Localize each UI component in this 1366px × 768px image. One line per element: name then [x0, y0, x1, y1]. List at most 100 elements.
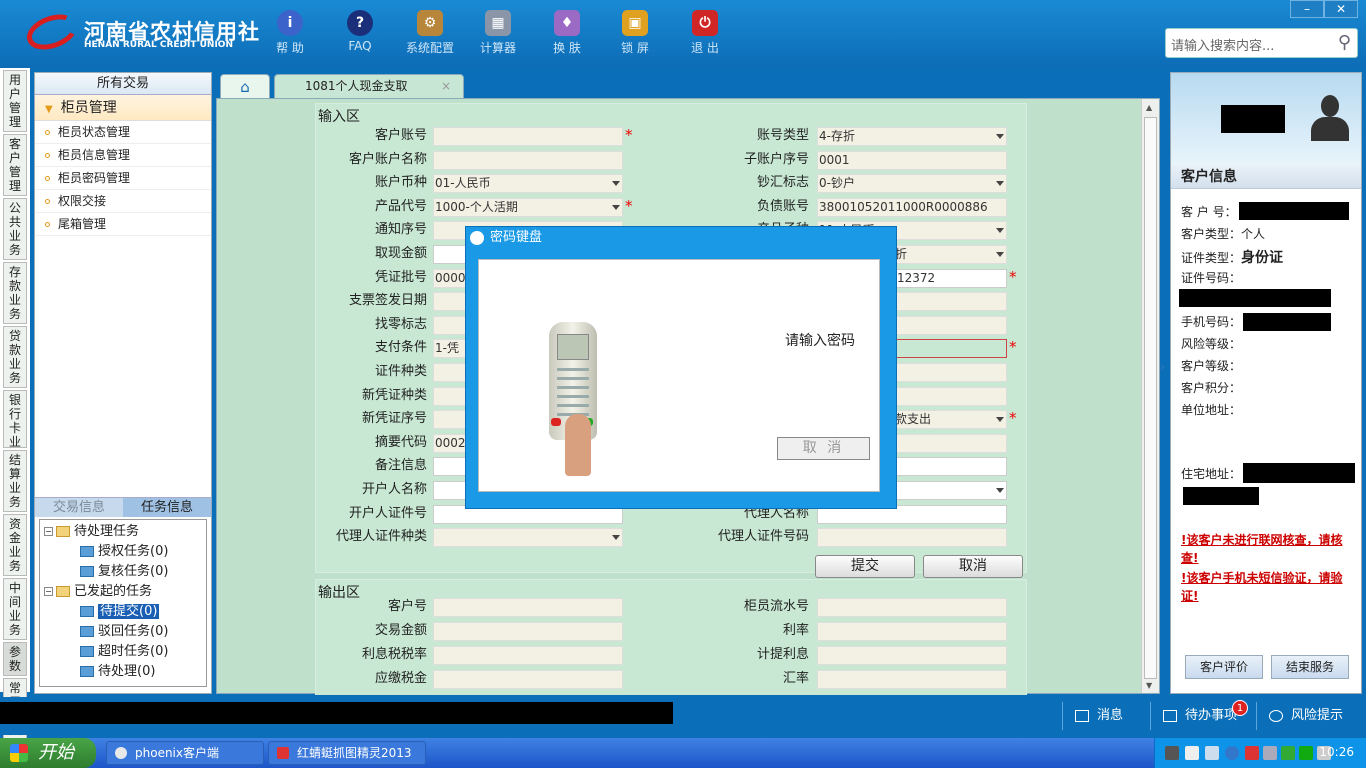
home-tab[interactable]: ⌂ [220, 74, 270, 98]
skin-button[interactable]: ♦ 换 肤 [537, 8, 597, 56]
taskbar-item-phoenix[interactable]: phoenix客户端 [106, 741, 264, 765]
warning-verify-link[interactable]: !该客户未进行联网核查，请核查! [1181, 531, 1357, 567]
field-input-right-3[interactable]: 38001052011000R0000886 [817, 197, 1007, 217]
collapse-handle[interactable]: › [1160, 360, 1168, 410]
tree-node-initiated[interactable]: − 已发起的任务 [40, 582, 206, 602]
messages-label: 消息 [1097, 708, 1124, 723]
close-tab-icon[interactable]: × [441, 75, 451, 97]
id-number-label: 证件号码： [1181, 271, 1242, 285]
menu-item-teller-status[interactable]: 柜员状态管理 [35, 121, 211, 144]
field-input-left-1[interactable] [433, 150, 623, 170]
vtab-deposit[interactable]: 存款业务 [3, 262, 27, 324]
vtab-user-mgmt[interactable]: 用户管理 [3, 70, 27, 132]
tab-task-info[interactable]: 任务信息 [123, 498, 211, 517]
collapse-icon[interactable]: − [44, 527, 53, 536]
field-input-right-17[interactable] [817, 528, 1007, 548]
lock-button[interactable]: ▣ 锁 屏 [605, 8, 665, 56]
scrollbar-thumb[interactable] [1144, 117, 1157, 679]
dropdown-arrow-icon[interactable] [996, 134, 1004, 139]
dropdown-arrow-icon[interactable] [996, 181, 1004, 187]
tree-node-review[interactable]: 复核任务(0) [40, 562, 206, 582]
vtab-intermediary[interactable]: 中间业务 [3, 578, 27, 640]
minimize-button[interactable]: – [1290, 0, 1324, 18]
field-input-right-2[interactable]: 0-钞户 [817, 174, 1007, 194]
tree-node-pending[interactable]: − 待处理任务 [40, 522, 206, 542]
tree-node-processing[interactable]: 待处理(0) [40, 662, 206, 682]
display-icon[interactable] [1263, 746, 1277, 760]
vtab-params[interactable]: 参数 [3, 642, 27, 676]
config-button[interactable]: ⚙ 系统配置 [400, 8, 460, 56]
field-input-right-0[interactable]: 4-存折 [817, 127, 1007, 146]
vtab-loan[interactable]: 贷款业务 [3, 326, 27, 388]
tree-node-to-submit[interactable]: 待提交(0) [40, 602, 206, 622]
help-tray-icon[interactable] [1185, 746, 1199, 760]
messages-button[interactable]: 消息 [1062, 702, 1150, 730]
tree-node-auth[interactable]: 授权任务(0) [40, 542, 206, 562]
network-icon[interactable] [1205, 746, 1219, 760]
field-input-left-0[interactable] [433, 127, 623, 146]
v2-icon[interactable] [1299, 746, 1313, 760]
search-input[interactable]: 请输入搜索内容... ⚲ [1165, 28, 1358, 58]
dropdown-arrow-icon[interactable] [996, 228, 1004, 234]
status-bar: 消息 待办事项 风险提示 [0, 697, 1366, 735]
arrow-left-icon[interactable] [1225, 746, 1239, 760]
faq-button[interactable]: ? FAQ [330, 8, 390, 53]
menu-item-teller-info[interactable]: 柜员信息管理 [35, 144, 211, 167]
required-marker: * [1009, 338, 1017, 357]
start-button[interactable]: 开始 [0, 738, 96, 768]
warning-sms-link[interactable]: !该客户手机未短信验证，请验证! [1181, 569, 1357, 605]
risk-alert-button[interactable]: 风险提示 [1256, 702, 1364, 730]
cancel-button[interactable]: 取消 [923, 555, 1023, 578]
dropdown-arrow-icon[interactable] [996, 417, 1004, 423]
required-marker: * [1009, 409, 1017, 428]
dialog-body: 请输入密码 取 消 [478, 259, 880, 492]
vtab-bankcard[interactable]: 银行卡业务 [3, 390, 27, 448]
tree-node-timeout[interactable]: 超时任务(0) [40, 642, 206, 662]
field-input-left-17[interactable] [433, 528, 623, 548]
security-icon[interactable] [1281, 746, 1295, 760]
tab-1081-cash-withdrawal[interactable]: 1081个人现金支取 × [274, 74, 464, 98]
submit-button[interactable]: 提交 [815, 555, 915, 578]
dropdown-arrow-icon[interactable] [612, 181, 620, 187]
calculator-button[interactable]: ▦ 计算器 [468, 8, 528, 56]
close-button[interactable]: ✕ [1324, 0, 1358, 18]
vtab-settlement[interactable]: 结算业务 [3, 450, 27, 512]
vtab-public[interactable]: 公共业务 [3, 198, 27, 260]
customer-eval-button[interactable]: 客户评价 [1185, 655, 1263, 679]
logo-mark [22, 8, 82, 56]
id-type-label: 证件类型：身份证 [1181, 247, 1283, 267]
output-field-right-3 [817, 670, 1007, 689]
home-address-label: 住宅地址： [1181, 467, 1242, 481]
end-service-button[interactable]: 结束服务 [1271, 655, 1349, 679]
dialog-titlebar[interactable]: 密码键盘 [466, 227, 896, 249]
field-input-right-1[interactable]: 0001 [817, 150, 1007, 170]
menu-item-cashbox[interactable]: 尾箱管理 [35, 213, 211, 236]
keyboard-icon[interactable] [1165, 746, 1179, 760]
warning-text: !该客户手机未短信验证，请验证! [1181, 571, 1343, 603]
exit-button[interactable]: ⏻ 退 出 [675, 8, 735, 56]
dropdown-arrow-icon[interactable] [996, 252, 1004, 257]
dialog-cancel-button[interactable]: 取 消 [777, 437, 870, 460]
all-transactions-header[interactable]: 所有交易 [35, 73, 211, 95]
scroll-down-icon[interactable]: ▼ [1146, 681, 1152, 690]
help-button[interactable]: i 帮 助 [260, 8, 320, 56]
tree-node-rejected[interactable]: 驳回任务(0) [40, 622, 206, 642]
field-input-left-3[interactable]: 1000-个人活期 [433, 197, 623, 217]
search-icon[interactable]: ⚲ [1338, 32, 1351, 53]
dropdown-arrow-icon[interactable] [612, 535, 620, 541]
taskbar-item-capture[interactable]: 红蜻蜓抓图精灵2013 [268, 741, 426, 765]
pinpad-red-key [551, 418, 561, 426]
menu-item-permission-handover[interactable]: 权限交接 [35, 190, 211, 213]
collapse-icon[interactable]: − [44, 587, 53, 596]
scroll-up-icon[interactable]: ▲ [1146, 103, 1152, 112]
teller-mgmt-group[interactable]: ▼ 柜员管理 [35, 95, 211, 121]
vtab-fund[interactable]: 资金业务 [3, 514, 27, 576]
field-input-left-2[interactable]: 01-人民币 [433, 174, 623, 194]
vertical-scrollbar[interactable]: ▲ ▼ [1141, 99, 1159, 693]
tab-trade-info[interactable]: 交易信息 [35, 498, 123, 517]
capture-tray-icon[interactable] [1245, 746, 1259, 760]
vtab-customer-mgmt[interactable]: 客户管理 [3, 134, 27, 196]
dropdown-arrow-icon[interactable] [612, 204, 620, 210]
menu-item-teller-password[interactable]: 柜员密码管理 [35, 167, 211, 190]
dropdown-arrow-icon[interactable] [996, 488, 1004, 493]
